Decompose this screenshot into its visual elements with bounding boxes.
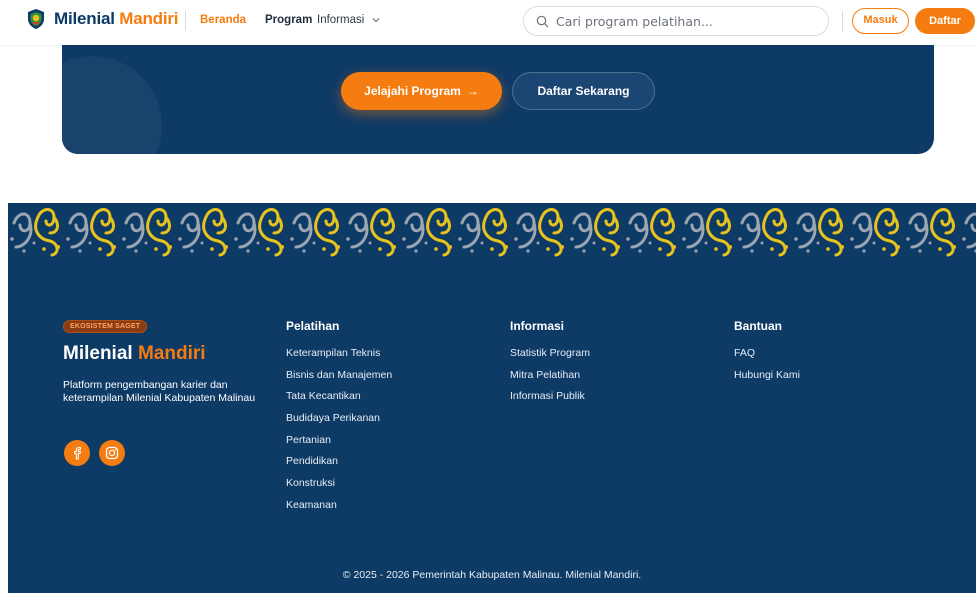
footer-brand-part1: Milenial <box>63 343 133 364</box>
column-title: Informasi <box>510 319 565 333</box>
decorative-circle <box>62 56 162 154</box>
divider <box>842 11 843 31</box>
column-title: Pelatihan <box>286 319 340 333</box>
register-now-button[interactable]: Daftar Sekarang <box>512 72 655 110</box>
footer-link[interactable]: Mitra Pelatihan <box>510 368 590 390</box>
search-bar[interactable] <box>523 6 829 36</box>
footer-description: Platform pengembangan karier dan keteram… <box>63 379 256 404</box>
search-icon <box>536 15 549 28</box>
footer-brand: Milenial Mandiri <box>63 343 206 365</box>
footer-link[interactable]: Bisnis dan Manajemen <box>286 368 392 390</box>
footer-link[interactable]: Informasi Publik <box>510 389 590 411</box>
nav-informasi-dropdown[interactable]: Informasi <box>317 14 381 26</box>
footer-link[interactable]: Budidaya Perikanan <box>286 411 392 433</box>
explore-programs-label: Jelajahi Program <box>364 84 461 98</box>
search-input[interactable] <box>556 11 816 31</box>
shield-logo-icon[interactable] <box>26 8 46 30</box>
chevron-down-icon <box>372 18 379 23</box>
copyright-text: © 2025 - 2026 Pemerintah Kabupaten Malin… <box>342 569 642 581</box>
footer-link[interactable]: Keamanan <box>286 498 392 520</box>
footer-column-bantuan: Bantuan FAQ Hubungi Kami <box>734 319 800 389</box>
register-button[interactable]: Daftar <box>915 8 975 34</box>
footer-link[interactable]: Pertanian <box>286 433 392 455</box>
explore-programs-button[interactable]: Jelajahi Program → <box>341 72 502 110</box>
batik-pattern-border <box>8 203 976 261</box>
footer-column-pelatihan: Pelatihan Keterampilan Teknis Bisnis dan… <box>286 319 392 520</box>
footer-link[interactable]: FAQ <box>734 346 800 368</box>
brand-name-part1: Milenial <box>54 9 115 28</box>
footer-column-informasi: Informasi Statistik Program Mitra Pelati… <box>510 319 590 411</box>
facebook-icon <box>74 447 81 460</box>
brand-name-part2: Mandiri <box>119 9 179 28</box>
login-button[interactable]: Masuk <box>852 8 909 34</box>
column-title: Bantuan <box>734 319 782 333</box>
facebook-button[interactable] <box>64 440 90 466</box>
footer-link[interactable]: Pendidikan <box>286 454 392 476</box>
cta-banner: Jelajahi Program → Daftar Sekarang <box>62 36 934 154</box>
footer-brand-part2: Mandiri <box>137 343 206 364</box>
footer-link[interactable]: Tata Kecantikan <box>286 389 392 411</box>
nav-program[interactable]: Program <box>265 14 312 26</box>
instagram-icon <box>105 446 119 460</box>
arrow-right-icon: → <box>466 84 479 98</box>
site-footer: EKOSISTEM SAGET Milenial Mandiri Platfor… <box>8 203 976 593</box>
footer-link[interactable]: Konstruksi <box>286 476 392 498</box>
top-navbar: Milenial Mandiri Beranda Program Informa… <box>0 0 976 45</box>
nav-informasi-label: Informasi <box>317 14 365 26</box>
ecosystem-badge: EKOSISTEM SAGET <box>63 320 148 333</box>
brand-logo[interactable]: Milenial Mandiri <box>54 9 179 29</box>
footer-link[interactable]: Keterampilan Teknis <box>286 346 392 368</box>
divider <box>185 11 186 31</box>
footer-link[interactable]: Statistik Program <box>510 346 590 368</box>
nav-beranda[interactable]: Beranda <box>200 14 246 26</box>
footer-link[interactable]: Hubungi Kami <box>734 368 800 390</box>
instagram-button[interactable] <box>99 440 125 466</box>
